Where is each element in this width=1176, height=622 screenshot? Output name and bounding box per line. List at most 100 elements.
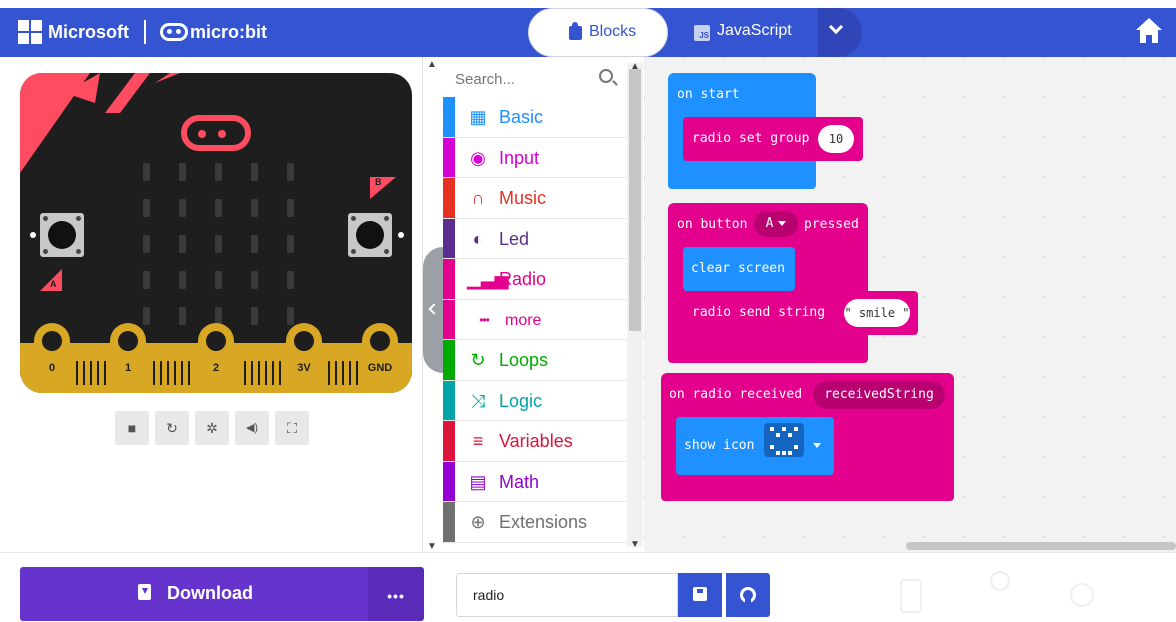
puzzle-icon (569, 22, 582, 40)
button-b[interactable] (348, 213, 392, 257)
microbit-brand[interactable]: micro:bit (190, 22, 267, 43)
pin-1[interactable]: 1 (110, 323, 146, 393)
toolbox-scrollbar[interactable]: ▲ ▼ (627, 61, 643, 550)
edge-strip (335, 361, 337, 385)
received-string-variable[interactable]: receivedString (813, 381, 945, 409)
restart-button[interactable]: ↻ (155, 411, 189, 445)
workspace-scrollbar[interactable] (906, 542, 1176, 550)
on-radio-received-label: on radio received (669, 387, 803, 402)
icon-pixel (788, 433, 792, 437)
scroll-down-icon[interactable]: ▼ (427, 541, 437, 552)
category-variables[interactable]: ≡ Variables (443, 421, 627, 462)
category-color-bar (443, 340, 455, 380)
save-button[interactable] (678, 573, 722, 617)
shuffle-icon: ⤨ (470, 390, 486, 411)
category-input[interactable]: ◉ Input (443, 137, 627, 178)
radio-send-string-block[interactable]: radio send string " smile " (683, 291, 918, 335)
show-icon-block[interactable]: show icon (676, 417, 834, 475)
led (215, 271, 222, 289)
pin-label: 1 (124, 362, 132, 374)
pin-gnd[interactable]: GND (362, 323, 398, 393)
category-label: Music (499, 188, 547, 208)
search-icon[interactable] (599, 69, 613, 83)
category-color-bar (443, 97, 455, 137)
edge-strip (342, 361, 344, 385)
stop-button[interactable]: ■ (115, 411, 149, 445)
on-button-block[interactable]: on button A pressed clear screen radio s… (668, 203, 918, 363)
button-select-dropdown[interactable]: A (754, 211, 798, 237)
category-loops[interactable]: ↻ Loops (443, 340, 627, 381)
fullscreen-button[interactable]: ⛶ (275, 411, 309, 445)
button-a[interactable] (40, 213, 84, 257)
on-radio-received-block[interactable]: on radio received receivedString show ic… (661, 373, 954, 501)
footer-decoration (800, 571, 1176, 621)
debug-button[interactable]: ✲ (195, 411, 229, 445)
category-list: ▦ Basic ◉ Input ∩ Music ◐ Led ▁▃▅ Radio ••• more ↻ Lo… (443, 97, 627, 543)
home-button[interactable] (1134, 18, 1164, 46)
scroll-up-icon[interactable]: ▲ (427, 59, 437, 70)
icon-pixel (782, 451, 786, 455)
collapse-simulator-button[interactable] (423, 247, 443, 373)
icon-pixel (770, 445, 774, 449)
project-name-input[interactable] (456, 573, 678, 617)
language-menu-button[interactable] (818, 8, 862, 57)
led (179, 163, 186, 181)
edge-strip (349, 361, 351, 385)
scroll-down-icon[interactable]: ▼ (630, 539, 640, 550)
icon-picker-field[interactable] (764, 423, 804, 457)
clear-screen-block[interactable]: clear screen (683, 247, 795, 291)
pin-0[interactable]: 0 (34, 323, 70, 393)
microsoft-brand[interactable]: Microsoft (48, 22, 129, 43)
chevron-left-icon (428, 303, 440, 315)
dropdown-arrow-icon[interactable] (813, 443, 821, 448)
category-label: Loops (499, 350, 549, 370)
button-a-label: A (50, 279, 57, 289)
edge-strip (279, 361, 281, 385)
tab-javascript[interactable]: JS JavaScript (668, 8, 818, 57)
tab-blocks[interactable]: Blocks (528, 8, 668, 57)
blocks-workspace[interactable]: on start radio set group 10 on button A … (644, 57, 1176, 552)
download-more-button[interactable]: ••• (368, 567, 424, 621)
category-music[interactable]: ∩ Music (443, 178, 627, 219)
category-extensions[interactable]: ⊕ Extensions (443, 502, 627, 543)
radio-set-group-block[interactable]: radio set group 10 (683, 117, 863, 161)
category-color-bar (443, 259, 455, 299)
search-input[interactable] (455, 65, 605, 93)
led (287, 307, 294, 325)
led (215, 235, 222, 253)
category-radio[interactable]: ▁▃▅ Radio (443, 259, 627, 300)
microbit-board: B A 0 1 2 3V GND (20, 73, 412, 393)
edge-strip (272, 361, 274, 385)
button-select-value: A (765, 216, 774, 231)
category-label: more (505, 311, 542, 329)
pin-2[interactable]: 2 (198, 323, 234, 393)
group-value-field[interactable]: 10 (818, 125, 854, 153)
mute-button[interactable]: ◀) (235, 411, 269, 445)
edge-strip (167, 361, 169, 385)
led (179, 307, 186, 325)
category-more[interactable]: ••• more (443, 299, 627, 340)
on-button-label: on button (677, 217, 748, 232)
download-button[interactable]: Download (20, 567, 368, 621)
save-icon (693, 587, 707, 601)
category-led[interactable]: ◐ Led (443, 218, 627, 259)
makecode-editor: Microsoft micro:bit Blocks JS JavaScript (0, 0, 1176, 622)
category-basic[interactable]: ▦ Basic (443, 97, 627, 138)
loop-icon: ↻ (470, 350, 486, 370)
github-button[interactable] (726, 573, 770, 617)
chevron-down-icon (828, 19, 844, 35)
send-string-value[interactable]: " smile " (844, 299, 910, 327)
toggle-icon: ◐ (472, 228, 484, 249)
microbit-logo-icon (160, 23, 188, 41)
more-icon: ••• (479, 312, 490, 327)
pin-3v[interactable]: 3V (286, 323, 322, 393)
icon-pixel (776, 433, 780, 437)
on-start-block[interactable]: on start radio set group 10 (668, 73, 863, 189)
button-b-marker-icon (370, 177, 396, 199)
toolbox-scroll-thumb[interactable] (629, 69, 641, 331)
category-label: Math (499, 471, 540, 492)
category-math[interactable]: ▤ Math (443, 461, 627, 502)
category-logic[interactable]: ⤨ Logic (443, 380, 627, 421)
led (179, 235, 186, 253)
category-color-bar (443, 299, 455, 339)
